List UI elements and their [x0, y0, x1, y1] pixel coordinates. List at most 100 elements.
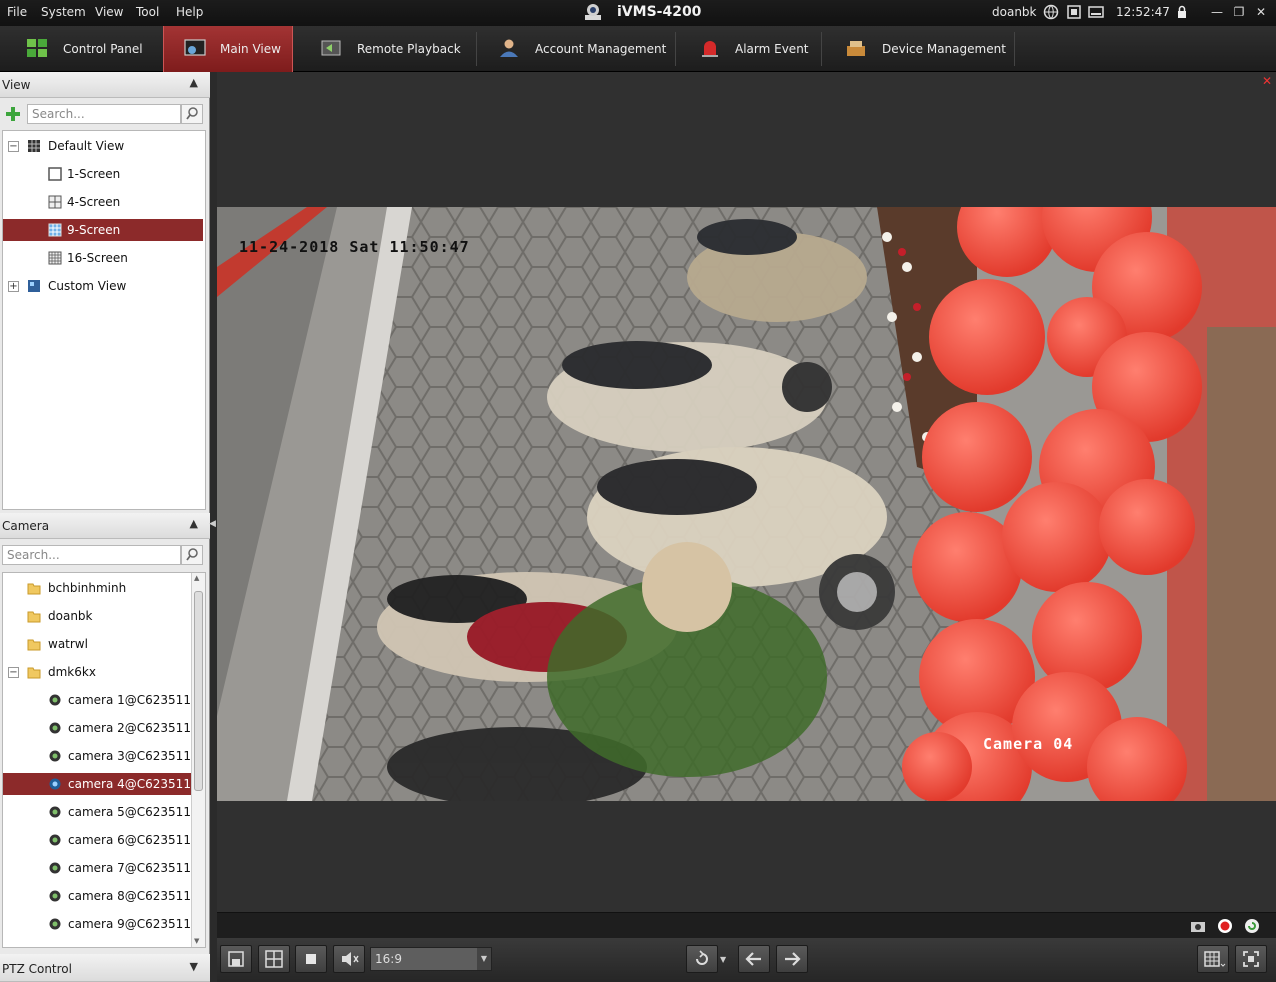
- camera-search-button[interactable]: [181, 545, 203, 565]
- tree-item-9-screen[interactable]: 9-Screen: [3, 219, 203, 241]
- scroll-up-icon[interactable]: ▲: [194, 574, 199, 582]
- menu-view[interactable]: View: [95, 5, 123, 19]
- folder-icon: [27, 611, 41, 623]
- expand-icon[interactable]: +: [8, 281, 19, 292]
- view-panel-header[interactable]: View ▲: [0, 72, 210, 98]
- chevron-down-icon[interactable]: ▼: [477, 948, 491, 970]
- tree-item-label: dmk6kx: [48, 665, 96, 679]
- previous-button[interactable]: [738, 945, 770, 973]
- tree-item-camera[interactable]: camera 5@C623511...: [3, 801, 203, 823]
- camera-video-feed[interactable]: 11-24-2018 Sat 11:50:47 Camera 04: [217, 207, 1276, 801]
- panel-collapse-handle-icon[interactable]: ◀: [209, 519, 216, 529]
- view-tree: − Default View 1-Screen 4-Screen 9-Scree…: [2, 130, 206, 510]
- ptz-panel-header[interactable]: PTZ Control ▼: [0, 954, 210, 982]
- app-title: iVMS-4200: [617, 4, 702, 20]
- scroll-thumb[interactable]: [194, 591, 203, 791]
- tree-item-camera[interactable]: camera 8@C623511...: [3, 885, 203, 907]
- fullscreen-button[interactable]: [1235, 945, 1267, 973]
- collapse-icon[interactable]: ▲: [190, 517, 198, 530]
- nine-screen-icon: [48, 223, 62, 237]
- tree-item-group[interactable]: watrwl: [3, 633, 203, 655]
- tab-control-panel[interactable]: Control Panel: [0, 26, 162, 72]
- record-icon[interactable]: [1217, 918, 1233, 934]
- chevron-down-icon[interactable]: ▼: [720, 955, 726, 964]
- add-view-icon[interactable]: [4, 105, 22, 123]
- cycle-icon: [696, 950, 708, 965]
- camera-tree-scrollbar[interactable]: ▲ ▼: [191, 573, 205, 947]
- grid-icon: [1204, 951, 1226, 967]
- tab-account-management[interactable]: Account Management: [478, 26, 674, 72]
- ivms-window: File System View Tool Help iVMS-4200 doa…: [0, 0, 1276, 982]
- camera-panel-header[interactable]: Camera ▲: [0, 513, 210, 539]
- menu-tool[interactable]: Tool: [136, 5, 159, 19]
- view-panel-title: View: [2, 78, 31, 92]
- restore-button[interactable]: ❐: [1230, 4, 1248, 20]
- camera-search-input[interactable]: Search...: [2, 545, 181, 565]
- tree-item-camera-selected[interactable]: camera 4@C623511...: [3, 773, 203, 795]
- collapse-icon[interactable]: −: [8, 141, 19, 152]
- expand-icon[interactable]: ▼: [190, 960, 198, 973]
- tree-item-custom-view[interactable]: + Custom View: [3, 275, 203, 297]
- lock-icon[interactable]: [1174, 4, 1190, 20]
- collapse-icon[interactable]: −: [8, 667, 19, 678]
- collapse-icon[interactable]: ▲: [190, 76, 198, 89]
- tab-remote-playback[interactable]: Remote Playback: [300, 26, 475, 72]
- camera-panel-title: Camera: [2, 519, 50, 533]
- camera-icon: [49, 778, 61, 790]
- tree-item-camera[interactable]: camera 6@C623511...: [3, 829, 203, 851]
- tree-item-group[interactable]: doanbk: [3, 605, 203, 627]
- tree-item-camera[interactable]: camera 7@C623511...: [3, 857, 203, 879]
- menu-system[interactable]: System: [41, 5, 86, 19]
- tree-item-group[interactable]: − dmk6kx: [3, 661, 203, 683]
- tab-label: Account Management: [535, 42, 667, 56]
- menu-file[interactable]: File: [7, 5, 27, 19]
- tab-label: Device Management: [882, 42, 1006, 56]
- close-view-icon[interactable]: ✕: [1262, 74, 1272, 88]
- alarm-event-icon: [702, 41, 718, 57]
- camera-icon: [49, 750, 61, 762]
- scroll-down-icon[interactable]: ▼: [194, 937, 199, 945]
- tree-item-label: 4-Screen: [67, 195, 121, 209]
- window-division-button[interactable]: [1197, 945, 1229, 973]
- menu-help[interactable]: Help: [176, 5, 203, 19]
- tab-alarm-event[interactable]: Alarm Event: [677, 26, 820, 72]
- search-icon: [186, 548, 198, 561]
- save-view-button[interactable]: [220, 945, 252, 973]
- tab-label: Alarm Event: [735, 42, 809, 56]
- tree-item-camera[interactable]: camera 3@C623511...: [3, 745, 203, 767]
- folder-icon: [27, 583, 41, 595]
- mute-button[interactable]: [333, 945, 365, 973]
- grid-view-icon: [28, 140, 40, 152]
- minimize-button[interactable]: —: [1208, 4, 1226, 20]
- tree-item-16-screen[interactable]: 16-Screen: [3, 247, 203, 269]
- tree-item-camera[interactable]: camera 9@C623511...: [3, 913, 203, 935]
- tab-device-management[interactable]: Device Management: [823, 26, 1013, 72]
- live-view-area[interactable]: ✕ 11-24-2018 Sat 11:50:47 Camera 04: [217, 72, 1276, 912]
- control-panel-icon: [27, 39, 47, 57]
- aspect-ratio-select[interactable]: 16:9 ▼: [370, 947, 492, 971]
- tab-separator: [675, 32, 676, 66]
- menu-bar: File System View Tool Help iVMS-4200 doa…: [0, 0, 1276, 26]
- layout-button[interactable]: [258, 945, 290, 973]
- tree-item-group[interactable]: bchbinhminh: [3, 577, 203, 599]
- tree-item-4-screen[interactable]: 4-Screen: [3, 191, 203, 213]
- next-button[interactable]: [776, 945, 808, 973]
- tree-item-1-screen[interactable]: 1-Screen: [3, 163, 203, 185]
- camera-icon: [49, 862, 61, 874]
- capture-icon[interactable]: [1190, 918, 1206, 934]
- stop-all-button[interactable]: [295, 945, 327, 973]
- refresh-icon[interactable]: [1244, 918, 1260, 934]
- tab-label: Main View: [220, 42, 281, 56]
- tree-item-camera[interactable]: camera 1@C623511...: [3, 689, 203, 711]
- folder-icon: [27, 667, 41, 679]
- auto-switch-button[interactable]: [686, 945, 718, 973]
- tree-item-default-view[interactable]: − Default View: [3, 135, 203, 157]
- camera-icon: [49, 694, 61, 706]
- view-search-input[interactable]: Search...: [27, 104, 181, 124]
- tree-item-camera[interactable]: camera 2@C623511...: [3, 717, 203, 739]
- camera-logo-icon: [585, 4, 601, 20]
- close-button[interactable]: ✕: [1252, 4, 1270, 20]
- save-view-icon: [228, 951, 244, 967]
- tab-main-view[interactable]: Main View: [163, 26, 293, 72]
- view-search-button[interactable]: [181, 104, 203, 124]
